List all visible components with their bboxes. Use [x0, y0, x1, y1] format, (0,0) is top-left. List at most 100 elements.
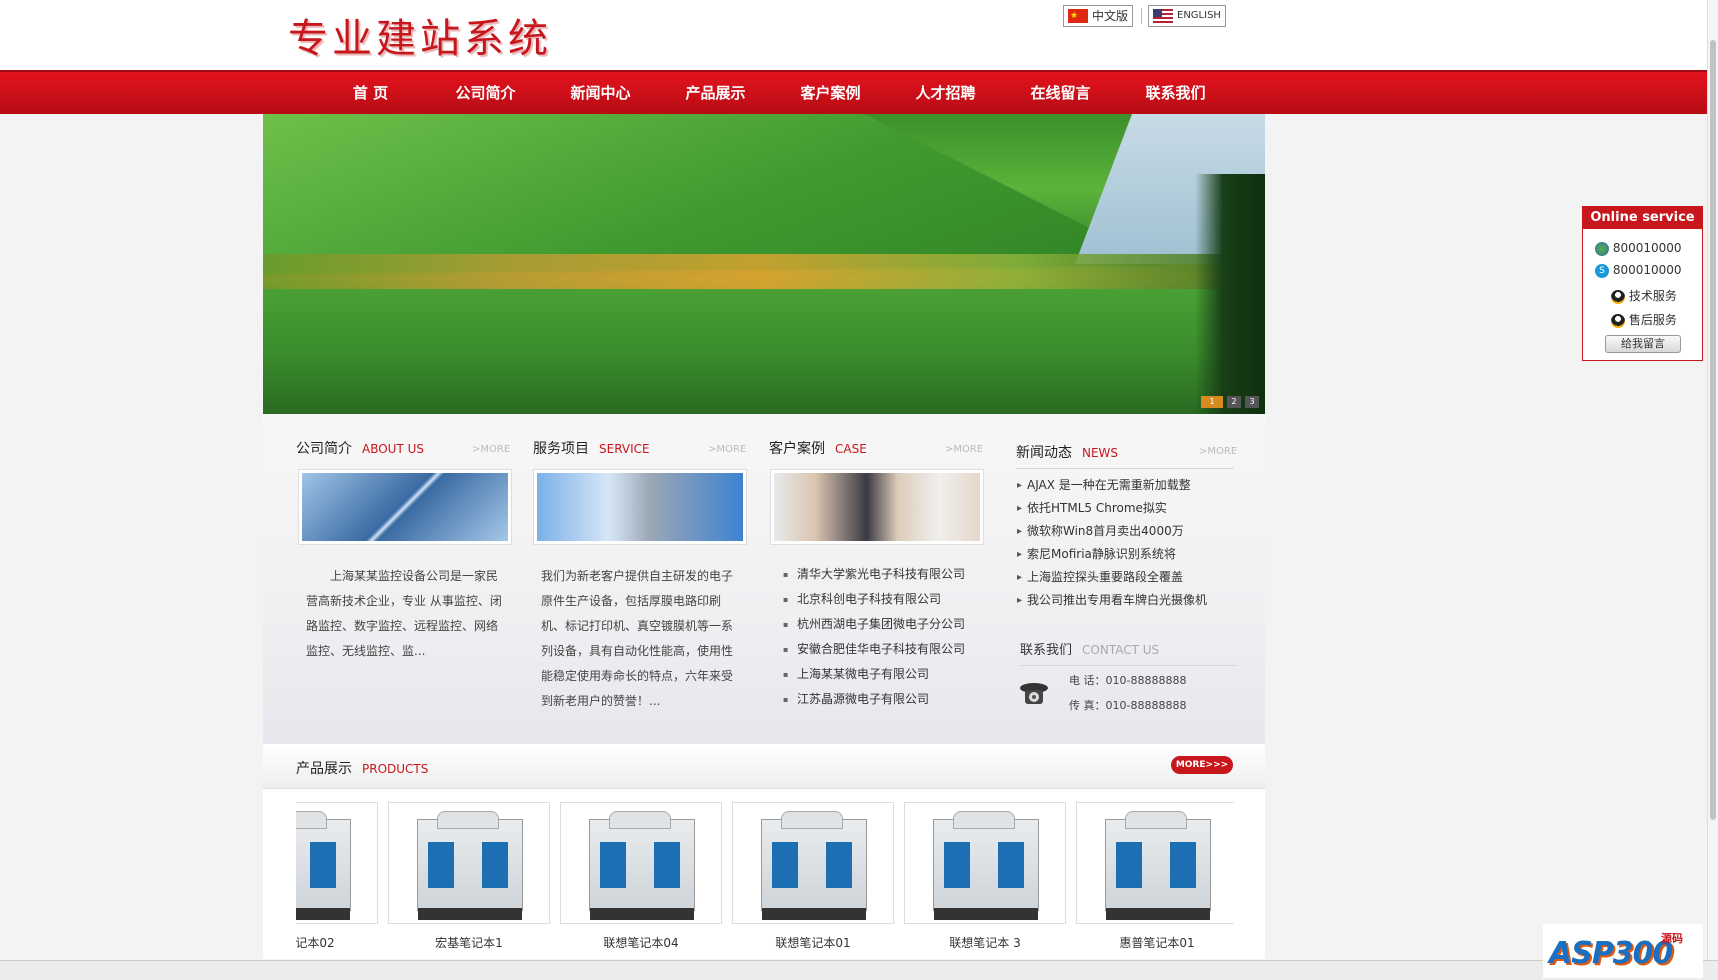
product-item[interactable]: 联想笔记本04 [560, 802, 722, 951]
news-section: 新闻动态 NEWS [1016, 442, 1118, 462]
machine-image [761, 819, 867, 920]
nav-jobs[interactable]: 人才招聘 [888, 72, 1003, 114]
lang-en-link[interactable]: ENGLISH [1148, 5, 1226, 27]
nav-message[interactable]: 在线留言 [1003, 72, 1118, 114]
contact-title-en: CONTACT US [1082, 643, 1160, 657]
news-heading: 新闻动态 NEWS [1016, 442, 1118, 462]
cases-more-link[interactable]: >MORE [945, 444, 983, 455]
nav-cases[interactable]: 客户案例 [773, 72, 888, 114]
main-nav-bar: 首 页 公司简介 新闻中心 产品展示 客户案例 人才招聘 在线留言 联系我们 [0, 70, 1707, 114]
lang-divider [1141, 8, 1142, 24]
products-title: 产品展示 [296, 761, 352, 777]
leave-message-button[interactable]: 给我留言 [1605, 335, 1681, 353]
nav-about[interactable]: 公司简介 [428, 72, 543, 114]
slide-dot[interactable]: 2 [1227, 396, 1241, 408]
about-section: 公司简介 ABOUT US [296, 438, 424, 458]
product-image[interactable] [1076, 802, 1234, 924]
globe-icon [1595, 241, 1609, 256]
us-flag-icon [1153, 9, 1173, 23]
product-image[interactable] [388, 802, 550, 924]
contact-phone: 电 话：010-88888888 [1069, 674, 1187, 687]
news-item[interactable]: 我公司推出专用看车牌白光摄像机 [1017, 589, 1237, 612]
china-flag-icon [1068, 6, 1088, 26]
news-item[interactable]: 上海监控探头重要路段全覆盖 [1017, 566, 1237, 589]
case-item[interactable]: 清华大学紫光电子科技有限公司 [769, 562, 989, 587]
scrollbar-thumb[interactable] [1710, 40, 1716, 820]
product-name[interactable]: 惠普笔记本01 [1076, 934, 1234, 951]
about-image[interactable] [299, 470, 511, 544]
slide-dot[interactable]: 3 [1245, 396, 1259, 408]
online-qq-tech-label: 技术服务 [1628, 289, 1677, 303]
news-divider [1016, 468, 1234, 469]
case-item[interactable]: 北京科创电子科技有限公司 [769, 587, 989, 612]
online-phone-1[interactable]: 800010000 [1595, 241, 1682, 256]
case-item[interactable]: 江苏晶源微电子有限公司 [769, 687, 989, 712]
product-image[interactable] [560, 802, 722, 924]
product-item[interactable]: 惠普笔记本01 [1076, 802, 1234, 951]
service-title: 服务项目 [533, 441, 589, 457]
service-section: 服务项目 SERVICE [533, 438, 650, 458]
machine-image [417, 819, 523, 920]
nav-home[interactable]: 首 页 [313, 72, 428, 114]
contact-title: 联系我们 [1020, 643, 1073, 658]
service-image[interactable] [534, 470, 746, 544]
product-name[interactable]: 宏基笔记本1 [388, 934, 550, 951]
about-text: 上海某某监控设备公司是一家民营高新技术企业，专业 从事监控、闭路监控、数字监控、… [306, 569, 502, 658]
product-item[interactable]: 宏基笔记本02 [296, 802, 378, 951]
product-name[interactable]: 宏基笔记本02 [296, 934, 378, 951]
cases-title-en: CASE [835, 442, 867, 456]
lang-cn-link[interactable]: 中文版 [1063, 5, 1134, 27]
news-item[interactable]: AJAX 是一种在无需重新加载整 [1017, 474, 1237, 497]
case-item[interactable]: 安徽合肥佳华电子科技有限公司 [769, 637, 989, 662]
online-qq-aftersales[interactable]: 售后服务 [1611, 311, 1677, 328]
vertical-scrollbar[interactable] [1707, 0, 1718, 979]
product-image[interactable] [296, 802, 378, 924]
content-area: 公司简介 ABOUT US >MORE 上海某某监控设备公司是一家民营高新技术企… [263, 414, 1265, 744]
products-title-en: PRODUCTS [362, 762, 429, 776]
product-image[interactable] [904, 802, 1066, 924]
about-more-link[interactable]: >MORE [472, 444, 510, 455]
case-item[interactable]: 上海某某微电子有限公司 [769, 662, 989, 687]
online-phone-2[interactable]: S 800010000 [1595, 263, 1682, 278]
machine-image [296, 819, 351, 920]
nav-contact[interactable]: 联系我们 [1118, 72, 1233, 114]
qq-icon [1611, 313, 1625, 328]
case-item[interactable]: 杭州西湖电子集团微电子分公司 [769, 612, 989, 637]
online-qq-aftersales-label: 售后服务 [1628, 313, 1677, 327]
products-more-button[interactable]: MORE>>> [1171, 756, 1233, 774]
product-name[interactable]: 联想笔记本 3 [904, 934, 1066, 951]
news-item[interactable]: 索尼Mofiria静脉识别系统将 [1017, 543, 1237, 566]
banner-slideshow[interactable]: 1 2 3 [263, 114, 1265, 414]
news-title: 新闻动态 [1016, 445, 1072, 461]
about-title: 公司简介 [296, 441, 352, 457]
product-image[interactable] [732, 802, 894, 924]
service-text: 我们为新老客户提供自主研发的电子原件生产设备，包括厚膜电路印刷机、标记打印机、真… [541, 569, 734, 708]
horizontal-scrollbar[interactable] [0, 960, 1718, 980]
cases-image[interactable] [771, 470, 983, 544]
slide-dot[interactable]: 1 [1201, 396, 1223, 408]
site-logo[interactable]: 专业建站系统 [288, 6, 552, 64]
machine-image [1105, 819, 1211, 920]
news-item[interactable]: 微软称Win8首月卖出4000万 [1017, 520, 1237, 543]
watermark-small-text: 源码 [1661, 932, 1683, 945]
cases-list: 清华大学紫光电子科技有限公司 北京科创电子科技有限公司 杭州西湖电子集团微电子分… [769, 562, 989, 712]
product-name[interactable]: 联想笔记本04 [560, 934, 722, 951]
online-qq-tech[interactable]: 技术服务 [1611, 287, 1677, 304]
product-item[interactable]: 联想笔记本01 [732, 802, 894, 951]
online-phone-2-label: 800010000 [1612, 263, 1682, 277]
news-more-link[interactable]: >MORE [1199, 446, 1237, 457]
news-item[interactable]: 依托HTML5 Chrome拟实 [1017, 497, 1237, 520]
product-name[interactable]: 联想笔记本01 [732, 934, 894, 951]
product-item[interactable]: 宏基笔记本1 [388, 802, 550, 951]
products-heading: 产品展示 PRODUCTS [296, 758, 428, 778]
watermark-text: ASP300 [1549, 936, 1673, 971]
service-more-link[interactable]: >MORE [708, 444, 746, 455]
service-title-en: SERVICE [599, 442, 650, 456]
nav-news[interactable]: 新闻中心 [543, 72, 658, 114]
nav-products[interactable]: 产品展示 [658, 72, 773, 114]
lang-en-label: ENGLISH [1177, 10, 1221, 21]
contact-divider [1020, 665, 1238, 666]
news-list: AJAX 是一种在无需重新加载整 依托HTML5 Chrome拟实 微软称Win… [1017, 474, 1237, 612]
product-item[interactable]: 联想笔记本 3 [904, 802, 1066, 951]
lang-cn-label: 中文版 [1092, 9, 1129, 23]
